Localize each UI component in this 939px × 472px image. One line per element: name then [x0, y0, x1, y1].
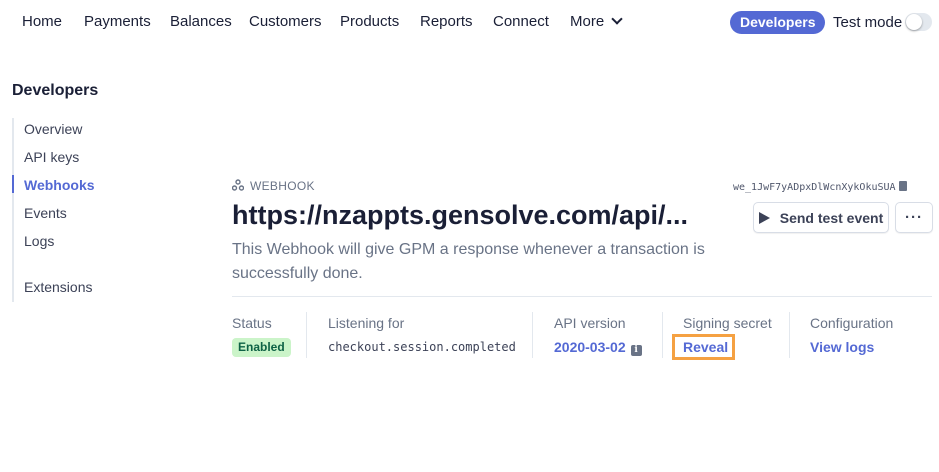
send-test-event-label: Send test event: [779, 209, 884, 226]
nav-connect[interactable]: Connect: [493, 13, 549, 30]
webhook-label: WEBHOOK: [232, 178, 315, 193]
signing-secret-label: Signing secret: [683, 315, 772, 331]
webhook-icon: [232, 179, 244, 191]
nav-customers[interactable]: Customers: [249, 13, 322, 30]
column-separator: [306, 312, 307, 358]
api-version-link[interactable]: 2020-03-02 i: [554, 339, 642, 356]
reveal-secret-button[interactable]: Reveal: [683, 339, 728, 355]
nav-reports[interactable]: Reports: [420, 13, 473, 30]
listening-for-value: checkout.session.completed: [328, 340, 516, 354]
webhook-url: https://nzappts.gensolve.com/api/...: [232, 200, 689, 230]
sidebar-title: Developers: [12, 82, 99, 99]
top-navigation: Home Payments Balances Customers Product…: [0, 0, 939, 44]
nav-more[interactable]: More: [570, 13, 623, 30]
status-label: Status: [232, 315, 272, 331]
test-mode-toggle[interactable]: [905, 13, 932, 31]
api-version-label: API version: [554, 315, 626, 331]
nav-home[interactable]: Home: [22, 13, 62, 30]
sidebar-item-webhooks[interactable]: Webhooks: [24, 177, 95, 193]
developers-button[interactable]: Developers: [730, 11, 826, 34]
webhook-id-text: we_1JwF7yADpxDlWcnXykOkuSUA: [733, 182, 896, 193]
send-icon: [758, 211, 770, 224]
nav-balances[interactable]: Balances: [170, 13, 232, 30]
sidebar-item-extensions[interactable]: Extensions: [24, 279, 92, 295]
test-mode-label: Test mode: [833, 14, 903, 31]
webhook-id[interactable]: we_1JwF7yADpxDlWcnXykOkuSUA: [733, 180, 907, 193]
nav-more-label: More: [570, 13, 605, 30]
status-badge: Enabled: [232, 338, 291, 357]
sidebar-item-logs[interactable]: Logs: [24, 233, 54, 249]
listening-for-label: Listening for: [328, 315, 405, 331]
nav-payments[interactable]: Payments: [84, 13, 151, 30]
webhook-label-text: WEBHOOK: [250, 179, 315, 193]
webhook-description: This Webhook will give GPM a response wh…: [232, 241, 705, 282]
clipboard-icon[interactable]: [898, 181, 907, 191]
more-actions-button[interactable]: ···: [895, 202, 933, 233]
column-separator: [662, 312, 663, 358]
sidebar-rule: [12, 118, 14, 302]
sidebar-item-events[interactable]: Events: [24, 205, 67, 221]
nav-products[interactable]: Products: [340, 13, 399, 30]
column-separator: [789, 312, 790, 358]
send-test-event-button[interactable]: Send test event: [753, 202, 889, 233]
info-icon[interactable]: i: [630, 345, 642, 356]
header-divider: [232, 296, 932, 297]
column-separator: [532, 312, 533, 358]
sidebar-item-overview[interactable]: Overview: [24, 121, 82, 137]
api-version-value: 2020-03-02: [554, 339, 626, 355]
configuration-label: Configuration: [810, 315, 894, 331]
view-logs-link[interactable]: View logs: [810, 339, 874, 355]
sidebar-active-indicator: [12, 175, 14, 193]
chevron-down-icon: [611, 13, 623, 25]
toggle-knob: [906, 14, 922, 30]
sidebar-item-api-keys[interactable]: API keys: [24, 149, 79, 165]
